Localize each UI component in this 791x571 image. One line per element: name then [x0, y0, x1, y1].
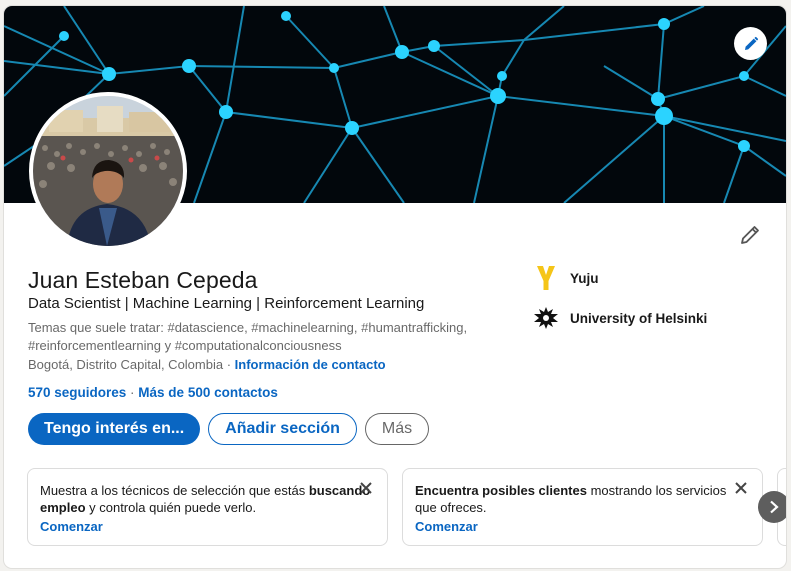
pencil-icon	[744, 36, 758, 50]
open-to-button[interactable]: Tengo interés en...	[28, 413, 201, 445]
org-item-university-of-helsinki[interactable]: University of Helsinki	[532, 304, 707, 332]
more-button[interactable]: Más	[364, 413, 430, 445]
edit-intro-button[interactable]	[737, 222, 763, 248]
dismiss-button[interactable]	[734, 481, 750, 497]
connections-link[interactable]: Más de 500 contactos	[138, 385, 278, 400]
network-stats: 570 seguidores · Más de 500 contactos	[28, 385, 278, 400]
profile-headline: Data Scientist | Machine Learning | Rein…	[28, 295, 425, 312]
dismiss-button[interactable]	[359, 481, 375, 497]
contact-info-link[interactable]: Información de contacto	[235, 357, 386, 372]
chevron-right-icon	[770, 500, 779, 514]
separator: ·	[223, 357, 235, 372]
edit-banner-button[interactable]	[734, 27, 767, 60]
close-icon	[360, 482, 372, 494]
profile-location: Bogotá, Distrito Capital, Colombia	[28, 357, 224, 372]
carousel-next-button[interactable]	[758, 491, 786, 523]
followers-link[interactable]: 570 seguidores	[28, 385, 126, 400]
separator: ·	[126, 385, 139, 400]
close-icon	[735, 482, 747, 494]
org-item-yuju[interactable]: Yuju	[532, 264, 707, 292]
start-link[interactable]: Comenzar	[415, 518, 750, 535]
suggestion-text: Muestra a los técnicos de selección que …	[40, 483, 309, 498]
suggestion-text-bold: Encuentra posibles clientes	[415, 483, 587, 498]
university-helsinki-logo	[532, 304, 560, 332]
org-name: University of Helsinki	[570, 310, 708, 326]
org-name: Yuju	[570, 270, 599, 286]
suggestion-card-services: Encuentra posibles clientes mostrando lo…	[402, 468, 763, 546]
organizations-list: Yuju University of Helsinki	[532, 264, 707, 344]
add-section-button[interactable]: Añadir sección	[208, 413, 357, 445]
location-line: Bogotá, Distrito Capital, Colombia · Inf…	[28, 357, 386, 372]
start-link[interactable]: Comenzar	[40, 518, 375, 535]
suggestion-card-job-seeking: Muestra a los técnicos de selección que …	[27, 468, 388, 546]
profile-topics: Temas que suele tratar: #datascience, #m…	[28, 320, 468, 353]
profile-name: Juan Esteban Cepeda	[28, 267, 258, 293]
suggestion-text: y controla quién puede verlo.	[85, 500, 257, 515]
profile-avatar[interactable]	[29, 92, 187, 250]
yuju-logo	[532, 264, 560, 292]
profile-card: Juan Esteban Cepeda Data Scientist | Mac…	[4, 6, 786, 568]
profile-actions: Tengo interés en... Añadir sección Más	[28, 413, 430, 445]
pencil-icon	[741, 226, 759, 244]
profile-photo	[33, 96, 183, 246]
